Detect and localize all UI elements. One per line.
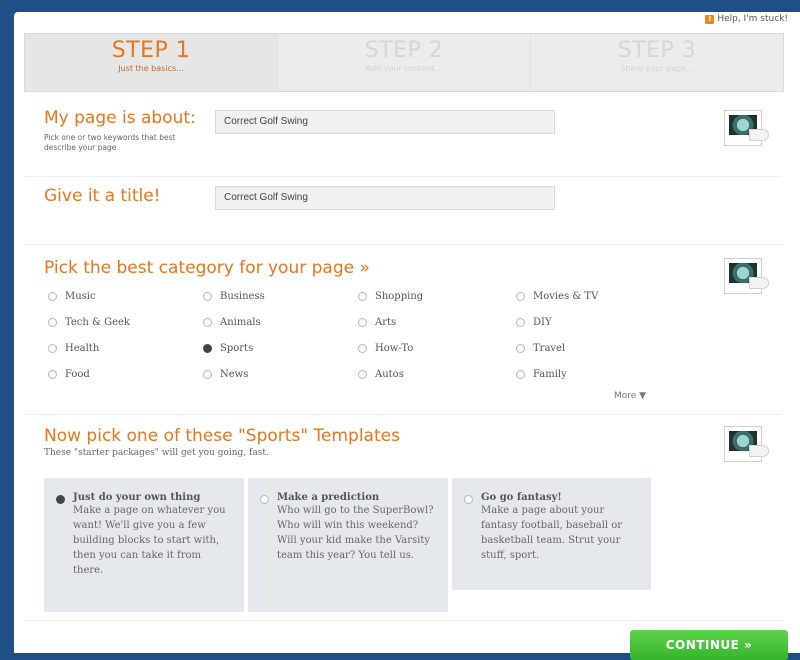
category-label: How-To — [375, 343, 414, 354]
template-options: Just do your own thing Make a page on wh… — [44, 478, 651, 612]
radio-button[interactable] — [358, 292, 367, 301]
help-icon: ! — [705, 14, 715, 24]
keywords-input[interactable]: Correct Golf Swing — [215, 110, 555, 134]
radio-button[interactable] — [516, 318, 525, 327]
radio-button[interactable] — [358, 344, 367, 353]
radio-button[interactable] — [516, 292, 525, 301]
category-option[interactable]: News — [203, 366, 358, 383]
step-title: STEP 3 — [617, 38, 697, 63]
radio-button[interactable] — [203, 370, 212, 379]
category-label: Business — [220, 291, 265, 302]
template-description: Who will go to the SuperBowl? Who will w… — [277, 505, 434, 561]
radio-button-selected[interactable] — [203, 344, 212, 353]
radio-button[interactable] — [203, 292, 212, 301]
category-option[interactable]: Health — [48, 340, 203, 357]
help-link[interactable]: ! Help, I'm stuck! — [705, 14, 788, 24]
category-label: Movies & TV — [533, 291, 599, 302]
radio-button[interactable] — [358, 370, 367, 379]
category-option[interactable]: Food — [48, 366, 203, 383]
radio-button[interactable] — [464, 495, 473, 504]
continue-button[interactable]: CONTINUE » — [630, 630, 788, 660]
template-card-fantasy[interactable]: Go go fantasy! Make a page about your fa… — [452, 478, 651, 590]
template-title: Just do your own thing — [73, 492, 201, 503]
title-input[interactable]: Correct Golf Swing — [215, 186, 555, 210]
avatar — [724, 426, 769, 462]
category-option[interactable]: DIY — [516, 314, 666, 331]
category-label: News — [220, 369, 249, 380]
category-option[interactable]: Music — [48, 288, 203, 305]
category-label: Music — [65, 291, 96, 302]
category-option[interactable]: Autos — [358, 366, 516, 383]
radio-button[interactable] — [260, 495, 269, 504]
radio-button[interactable] — [516, 344, 525, 353]
category-option[interactable]: Tech & Geek — [48, 314, 203, 331]
category-label: Sports — [220, 343, 254, 354]
category-label: Animals — [220, 317, 261, 328]
radio-button[interactable] — [48, 344, 57, 353]
radio-button[interactable] — [516, 370, 525, 379]
category-option[interactable]: Family — [516, 366, 666, 383]
step-progress: STEP 1 Just the basics... STEP 2 Add you… — [24, 33, 784, 92]
templates-subheading: These "starter packages" will get you go… — [44, 448, 269, 458]
step-1: STEP 1 Just the basics... — [25, 34, 278, 91]
speech-bubble-tail — [749, 129, 769, 141]
category-option[interactable]: Shopping — [358, 288, 516, 305]
step-3: STEP 3 Share your page... — [531, 34, 783, 91]
templates-heading: Now pick one of these "Sports" Templates — [44, 426, 400, 446]
category-option[interactable]: Travel — [516, 340, 666, 357]
divider — [24, 414, 782, 415]
category-option[interactable]: Arts — [358, 314, 516, 331]
step-subtitle: Just the basics... — [118, 64, 184, 73]
radio-button[interactable] — [48, 318, 57, 327]
category-label: Shopping — [375, 291, 424, 302]
radio-button[interactable] — [48, 370, 57, 379]
speech-bubble-tail — [749, 445, 769, 457]
radio-button[interactable] — [48, 292, 57, 301]
radio-button-selected[interactable] — [56, 495, 65, 504]
title-heading: Give it a title! — [44, 186, 161, 206]
step-title: STEP 2 — [364, 38, 444, 63]
category-label: Food — [65, 369, 90, 380]
template-card-own-thing[interactable]: Just do your own thing Make a page on wh… — [44, 478, 244, 612]
radio-button[interactable] — [203, 318, 212, 327]
template-description: Make a page about your fantasy football,… — [481, 505, 623, 561]
divider — [24, 244, 782, 245]
more-categories-link[interactable]: More ▼ — [614, 391, 646, 401]
category-radio-group: Music Business Shopping Movies & TV Tech… — [48, 288, 668, 383]
avatar — [724, 258, 769, 294]
category-label: Family — [533, 369, 567, 380]
about-hint: Pick one or two keywords that best descr… — [44, 133, 176, 152]
category-option[interactable]: Animals — [203, 314, 358, 331]
step-title: STEP 1 — [111, 38, 191, 63]
template-description: Make a page on whatever you want! We'll … — [73, 505, 226, 576]
category-label: Arts — [375, 317, 397, 328]
template-title: Go go fantasy! — [481, 492, 562, 503]
category-heading[interactable]: Pick the best category for your page » — [44, 258, 370, 278]
category-label: Autos — [375, 369, 404, 380]
category-label: Tech & Geek — [65, 317, 130, 328]
speech-bubble-tail — [749, 277, 769, 289]
category-label: Health — [65, 343, 100, 354]
about-heading: My page is about: — [44, 108, 196, 128]
help-label: Help, I'm stuck! — [717, 14, 788, 24]
category-label: DIY — [533, 317, 552, 328]
step-2: STEP 2 Add your content... — [278, 34, 531, 91]
step-subtitle: Add your content... — [365, 64, 443, 73]
category-option[interactable]: Business — [203, 288, 358, 305]
divider — [24, 176, 782, 177]
template-card-prediction[interactable]: Make a prediction Who will go to the Sup… — [248, 478, 448, 612]
category-option[interactable]: How-To — [358, 340, 516, 357]
category-option[interactable]: Movies & TV — [516, 288, 666, 305]
category-option-selected[interactable]: Sports — [203, 340, 358, 357]
category-label: Travel — [533, 343, 566, 354]
step-subtitle: Share your page... — [620, 64, 694, 73]
radio-button[interactable] — [358, 318, 367, 327]
divider — [24, 620, 782, 621]
avatar — [724, 110, 769, 146]
template-title: Make a prediction — [277, 492, 380, 503]
